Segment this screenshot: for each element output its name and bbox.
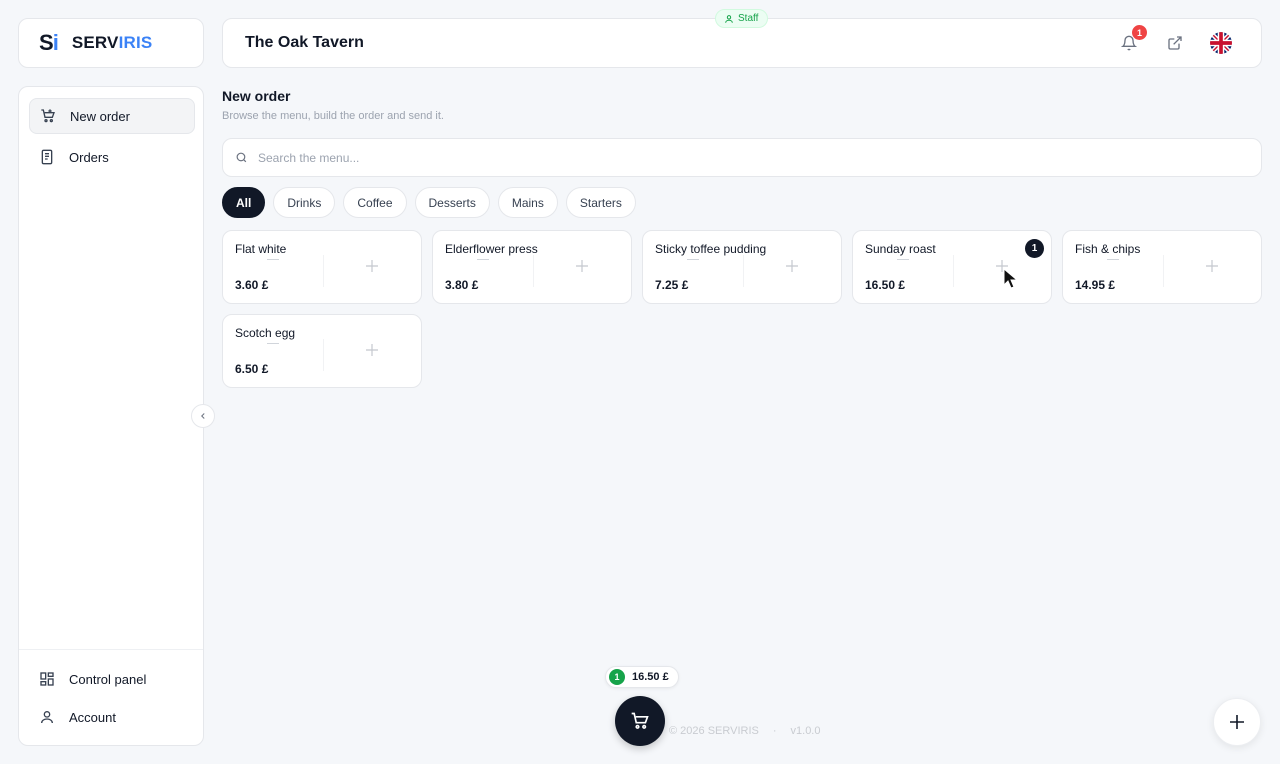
product-divider <box>533 255 534 287</box>
footer-version: v1.0.0 <box>790 725 821 737</box>
sidebar-item-orders[interactable]: Orders <box>29 139 195 175</box>
category-chip-mains[interactable]: Mains <box>497 187 558 218</box>
product-card[interactable]: Elderflower press 3.80 £ <box>432 230 632 304</box>
add-button[interactable] <box>1213 698 1261 746</box>
product-price: 3.80 £ <box>445 278 479 292</box>
footer: © 2026 SERVIRIS · v1.0.0 <box>669 725 820 737</box>
mouse-cursor-icon <box>1003 268 1019 289</box>
product-name: Scotch egg <box>235 326 296 340</box>
venue-title: The Oak Tavern <box>245 34 364 51</box>
product-name: Sticky toffee pudding <box>655 242 767 256</box>
staff-badge-label: Staff <box>738 13 759 24</box>
staff-badge: Staff <box>715 9 769 28</box>
product-card[interactable]: Flat white 3.60 £ <box>222 230 422 304</box>
sidebar-item-label: Account <box>69 709 116 725</box>
sidebar-item-account[interactable]: Account <box>29 699 195 735</box>
quantity-badge: 1 <box>1025 239 1044 258</box>
page-title: New order <box>222 88 291 104</box>
product-divider <box>1163 255 1164 287</box>
product-card[interactable]: Fish & chips 14.95 £ <box>1062 230 1262 304</box>
chevron-left-icon <box>201 413 205 419</box>
product-price: 6.50 £ <box>235 362 269 376</box>
category-chip-starters[interactable]: Starters <box>565 187 636 218</box>
collapse-sidebar-button[interactable] <box>191 404 215 428</box>
sidebar-item-control-panel[interactable]: Control panel <box>29 661 195 697</box>
product-divider <box>323 339 324 371</box>
external-link-icon <box>1168 36 1182 50</box>
open-external-button[interactable] <box>1163 31 1187 55</box>
product-divider <box>323 255 324 287</box>
footer-copyright: © 2026 SERVIRIS <box>669 725 759 737</box>
user-icon <box>39 709 55 725</box>
brand-name-part-a: SERV <box>71 33 119 52</box>
product-card[interactable]: Sunday roast 1 16.50 £ <box>852 230 1052 304</box>
dashboard-icon <box>39 671 55 687</box>
sidebar-item-new-order[interactable]: New order <box>29 98 195 134</box>
cart-total: 16.50 £ <box>632 671 669 683</box>
category-filters: All Drinks Coffee Desserts Mains Starter… <box>222 187 636 218</box>
product-card[interactable]: Sticky toffee pudding 7.25 £ <box>642 230 842 304</box>
product-grid: Flat white 3.60 £ Elderflower press 3.80… <box>222 230 1262 388</box>
plus-icon[interactable] <box>576 260 588 272</box>
sidebar-item-label: Orders <box>69 149 109 165</box>
cart-button[interactable] <box>615 696 665 746</box>
language-button[interactable] <box>1209 31 1233 55</box>
cart-plus-icon <box>40 108 56 124</box>
menu-search[interactable] <box>222 138 1262 177</box>
cart-count-badge: 1 <box>609 669 625 685</box>
logo[interactable]: Si SERVIRIS <box>18 18 204 68</box>
product-price: 16.50 £ <box>865 278 906 292</box>
product-divider <box>743 255 744 287</box>
search-icon <box>236 152 247 163</box>
product-card[interactable]: Scotch egg 6.50 £ <box>222 314 422 388</box>
plus-icon[interactable] <box>1206 260 1218 272</box>
sidebar-item-label: New order <box>70 108 130 124</box>
decrease-quantity-button[interactable] <box>897 259 909 260</box>
cart-icon <box>631 712 649 729</box>
logo-mark: Si <box>39 30 59 56</box>
brand-name: SERVIRIS <box>72 33 153 53</box>
category-chip-coffee[interactable]: Coffee <box>343 187 407 218</box>
receipt-icon <box>39 149 55 165</box>
sidebar-item-label: Control panel <box>69 671 147 687</box>
notification-count-badge: 1 <box>1132 25 1147 40</box>
plus-icon <box>1230 715 1244 729</box>
category-chip-drinks[interactable]: Drinks <box>273 187 336 218</box>
product-name: Sunday roast <box>865 242 936 256</box>
footer-separator: · <box>772 725 777 737</box>
plus-icon[interactable] <box>786 260 798 272</box>
sidebar: New order Orders Control panel Account <box>18 86 204 746</box>
decrease-quantity-button[interactable] <box>477 259 489 260</box>
product-name: Elderflower press <box>445 242 538 256</box>
decrease-quantity-button[interactable] <box>267 343 279 344</box>
product-name: Flat white <box>235 242 287 256</box>
product-price: 3.60 £ <box>235 278 269 292</box>
search-input[interactable] <box>258 150 1158 165</box>
product-name: Fish & chips <box>1075 242 1141 256</box>
uk-flag-icon <box>1210 32 1232 54</box>
page-subtitle: Browse the menu, build the order and sen… <box>222 110 444 122</box>
category-chip-desserts[interactable]: Desserts <box>414 187 490 218</box>
plus-icon[interactable] <box>366 344 378 356</box>
cart-summary-pill[interactable]: 1 16.50 £ <box>605 666 679 688</box>
notifications-button[interactable]: 1 <box>1117 25 1147 55</box>
top-header: The Oak Tavern Staff 1 <box>222 9 1262 68</box>
product-divider <box>953 255 954 287</box>
user-icon <box>725 14 733 23</box>
decrease-quantity-button[interactable] <box>687 259 699 260</box>
brand-name-part-b: IRIS <box>118 33 153 52</box>
logo-mark-s: S <box>39 30 54 55</box>
product-price: 7.25 £ <box>655 278 689 292</box>
logo-mark-i: i <box>52 30 59 55</box>
decrease-quantity-button[interactable] <box>267 259 279 260</box>
plus-icon[interactable] <box>366 260 378 272</box>
product-price: 14.95 £ <box>1075 278 1116 292</box>
decrease-quantity-button[interactable] <box>1107 259 1119 260</box>
category-chip-all[interactable]: All <box>222 187 266 218</box>
sidebar-divider <box>19 649 203 650</box>
